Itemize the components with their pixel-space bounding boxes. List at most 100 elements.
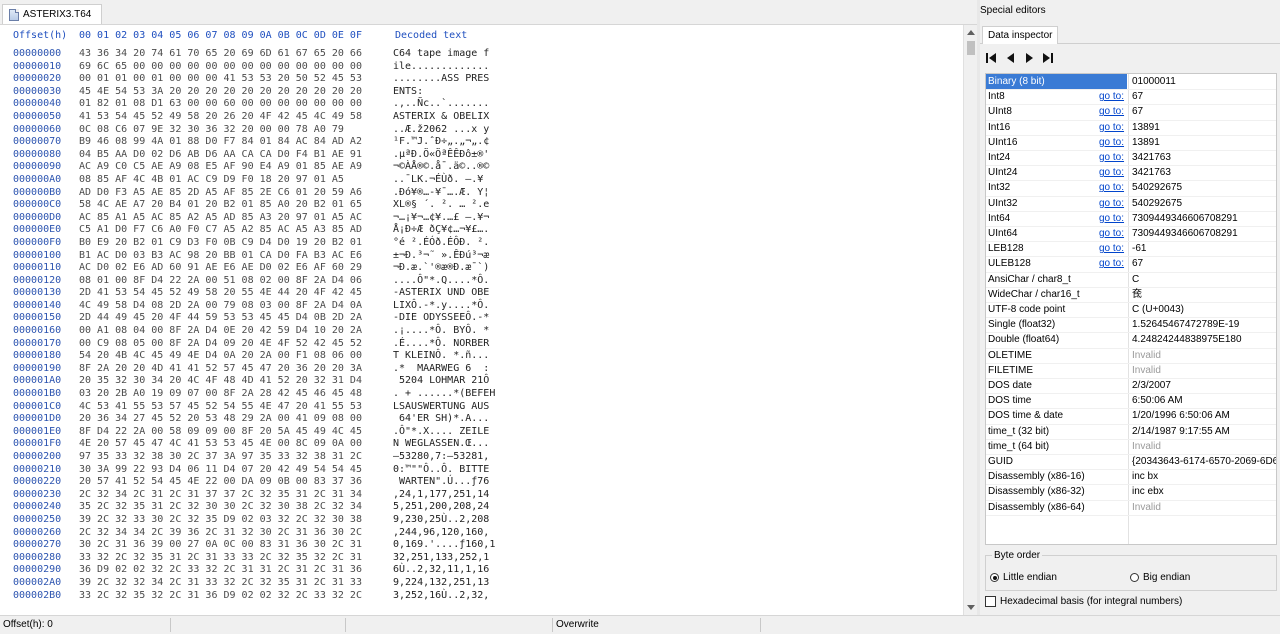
inspector-row[interactable]: time_t (64 bit) Invalid bbox=[986, 439, 1276, 455]
row-decoded-text[interactable]: ¬…¡¥¬…¢¥.…£ —.¥¬ bbox=[393, 212, 489, 225]
hex-row[interactable]: 00000000 43 36 34 20 74 61 70 65 20 69 6D… bbox=[13, 48, 495, 61]
row-bytes[interactable]: AD D0 F3 A5 AE 85 2D A5 AF 85 2E C6 01 2… bbox=[79, 187, 393, 200]
inspector-value[interactable]: 67 bbox=[1132, 89, 1143, 104]
row-bytes[interactable]: 04 B5 AA D0 02 D6 AB D6 AA CA CA D0 F4 B… bbox=[79, 149, 393, 162]
row-bytes[interactable]: 0C 08 C6 07 9E 32 30 36 32 20 00 00 78 A… bbox=[79, 124, 393, 137]
goto-link[interactable]: go to: bbox=[1099, 165, 1124, 180]
hex-row[interactable]: 00000150 2D 44 49 45 20 4F 44 59 53 53 45… bbox=[13, 312, 495, 325]
hex-row[interactable]: 00000220 20 57 41 52 54 45 4E 22 00 DA 09… bbox=[13, 476, 495, 489]
inspector-value[interactable]: 3421763 bbox=[1132, 165, 1171, 180]
row-decoded-text[interactable]: 9,230,25Ù..2,208 bbox=[393, 514, 489, 527]
inspector-row[interactable]: OLETIME Invalid bbox=[986, 348, 1276, 364]
inspector-value[interactable]: C (U+0043) bbox=[1132, 302, 1184, 317]
row-decoded-text[interactable]: ....Ô"*.Q....*Ô. bbox=[393, 275, 489, 288]
inspector-value[interactable]: 2/14/1987 9:17:55 AM bbox=[1132, 424, 1230, 439]
inspector-value[interactable]: 1/20/1996 6:50:06 AM bbox=[1132, 408, 1230, 423]
inspector-value[interactable]: {20343643-6174-6570-2069-6D616 bbox=[1132, 454, 1276, 469]
hex-row[interactable]: 00000070 B9 46 08 99 4A 01 88 D0 F7 84 01… bbox=[13, 136, 495, 149]
hex-row[interactable]: 000001B0 03 20 2B A0 19 09 07 00 8F 2A 28… bbox=[13, 388, 495, 401]
goto-link[interactable]: go to: bbox=[1099, 150, 1124, 165]
row-bytes[interactable]: B9 46 08 99 4A 01 88 D0 F7 84 01 84 AC 8… bbox=[79, 136, 393, 149]
goto-link[interactable]: go to: bbox=[1099, 89, 1124, 104]
row-bytes[interactable]: 2C 32 34 34 2C 39 36 2C 31 32 30 2C 31 3… bbox=[79, 527, 393, 540]
hex-row[interactable]: 00000050 41 53 54 45 52 49 58 20 26 20 4F… bbox=[13, 111, 495, 124]
hex-row[interactable]: 00000230 2C 32 34 2C 31 2C 31 37 37 2C 32… bbox=[13, 489, 495, 502]
row-bytes[interactable]: AC A9 C0 C5 AE A9 08 E5 AF 90 E4 A9 01 8… bbox=[79, 161, 393, 174]
big-endian-radio-dot[interactable] bbox=[1130, 573, 1139, 582]
row-bytes[interactable]: 00 01 01 00 01 00 00 00 41 53 53 20 50 5… bbox=[79, 73, 393, 86]
inspector-row[interactable]: Single (float32) 1.52645467472789E-19 bbox=[986, 317, 1276, 334]
row-decoded-text[interactable]: . + ......*(BEFEH bbox=[393, 388, 495, 401]
row-decoded-text[interactable]: .Ðó¥®…-¥¯….Æ. Y¦ bbox=[393, 187, 489, 200]
inspector-row[interactable]: Disassembly (x86-16) inc bx bbox=[986, 469, 1276, 486]
hex-row[interactable]: 000001F0 4E 20 57 45 47 4C 41 53 53 45 4E… bbox=[13, 438, 495, 451]
row-decoded-text[interactable]: .µªÐ.Ö«ÖªÊÊÐô±®' bbox=[393, 149, 489, 162]
row-decoded-text[interactable]: XL®§ ´. ². … ².e bbox=[393, 199, 489, 212]
row-decoded-text[interactable]: -ASTERIX UND OBE bbox=[393, 287, 489, 300]
row-bytes[interactable]: 69 6C 65 00 00 00 00 00 00 00 00 00 00 0… bbox=[79, 61, 393, 74]
tab-data-inspector[interactable]: Data inspector bbox=[982, 26, 1059, 44]
row-decoded-text[interactable]: WARTEN".Ú...ƒ76 bbox=[393, 476, 489, 489]
inspector-row[interactable]: UTF-8 code point C (U+0043) bbox=[986, 302, 1276, 319]
inspector-value[interactable]: inc bx bbox=[1132, 469, 1158, 484]
row-bytes[interactable]: 8F D4 22 2A 00 58 09 09 00 8F 20 5A 45 4… bbox=[79, 426, 393, 439]
row-decoded-text[interactable]: ¹F.™J.ˆÐ÷„.„¬„.¢ bbox=[393, 136, 489, 149]
inspector-row[interactable]: DOS time & date 1/20/1996 6:50:06 AM bbox=[986, 408, 1276, 425]
row-decoded-text[interactable]: ASTERIX & OBELIX bbox=[393, 111, 489, 124]
hex-row[interactable]: 000001A0 20 35 32 30 34 20 4C 4F 48 4D 41… bbox=[13, 375, 495, 388]
hex-rows[interactable]: 00000000 43 36 34 20 74 61 70 65 20 69 6D… bbox=[13, 48, 495, 602]
hex-row[interactable]: 00000120 08 01 00 8F D4 22 2A 00 51 08 02… bbox=[13, 275, 495, 288]
hex-row[interactable]: 00000280 33 32 2C 32 35 31 2C 31 33 33 2C… bbox=[13, 552, 495, 565]
row-decoded-text[interactable]: 64'ER SH)*.A... bbox=[393, 413, 489, 426]
hex-row[interactable]: 00000040 01 82 01 08 D1 63 00 00 60 00 00… bbox=[13, 98, 495, 111]
inspector-row[interactable]: UInt64 go to: 7309449346606708291 bbox=[986, 226, 1276, 243]
inspector-row[interactable]: UInt16 go to: 13891 bbox=[986, 135, 1276, 151]
row-decoded-text[interactable]: .* MAARWEG 6 : bbox=[393, 363, 489, 376]
inspector-value[interactable]: 7309449346606708291 bbox=[1132, 211, 1238, 226]
row-bytes[interactable]: 01 82 01 08 D1 63 00 00 60 00 00 00 00 0… bbox=[79, 98, 393, 111]
hex-row[interactable]: 00000130 2D 41 53 54 45 52 49 58 20 55 4E… bbox=[13, 287, 495, 300]
inspector-row[interactable]: Int8 go to: 67 bbox=[986, 89, 1276, 106]
row-decoded-text[interactable]: 6Ù..2,32,11,1,16 bbox=[393, 564, 489, 577]
row-bytes[interactable]: 08 01 00 8F D4 22 2A 00 51 08 02 00 8F 2… bbox=[79, 275, 393, 288]
row-decoded-text[interactable]: .É....*Ô. NORBER bbox=[393, 338, 489, 351]
row-bytes[interactable]: 30 2C 31 36 39 00 27 0A 0C 00 83 31 36 3… bbox=[79, 539, 393, 552]
inspector-row[interactable]: ULEB128 go to: 67 bbox=[986, 256, 1276, 273]
inspector-value[interactable]: 13891 bbox=[1132, 135, 1160, 150]
hex-row[interactable]: 000001D0 20 36 34 27 45 52 20 53 48 29 2A… bbox=[13, 413, 495, 426]
hex-row[interactable]: 000000F0 B0 E9 20 B2 01 C9 D3 F0 0B C9 D4… bbox=[13, 237, 495, 250]
inspector-value[interactable]: 13891 bbox=[1132, 120, 1160, 135]
inspector-value[interactable]: Invalid bbox=[1132, 348, 1161, 363]
row-bytes[interactable]: 08 85 AF 4C 4B 01 AC C9 D9 F0 18 20 97 0… bbox=[79, 174, 393, 187]
row-decoded-text[interactable]: 32,251,133,252,1 bbox=[393, 552, 489, 565]
row-decoded-text[interactable]: ,244,96,120,160, bbox=[393, 527, 489, 540]
hex-row[interactable]: 000000A0 08 85 AF 4C 4B 01 AC C9 D9 F0 18… bbox=[13, 174, 495, 187]
hex-row[interactable]: 000002A0 39 2C 32 32 34 2C 31 33 32 2C 32… bbox=[13, 577, 495, 590]
row-bytes[interactable]: 39 2C 32 32 34 2C 31 33 32 2C 32 35 31 2… bbox=[79, 577, 393, 590]
hex-row[interactable]: 000001E0 8F D4 22 2A 00 58 09 09 00 8F 20… bbox=[13, 426, 495, 439]
hex-row[interactable]: 00000270 30 2C 31 36 39 00 27 0A 0C 00 83… bbox=[13, 539, 495, 552]
inspector-row[interactable]: Disassembly (x86-64) Invalid bbox=[986, 500, 1276, 516]
row-decoded-text[interactable]: 0,169.'....ƒ160,1 bbox=[393, 539, 495, 552]
row-decoded-text[interactable]: .Ô"*.X.... ZEILE bbox=[393, 426, 489, 439]
row-bytes[interactable]: 43 36 34 20 74 61 70 65 20 69 6D 61 67 6… bbox=[79, 48, 393, 61]
inspector-value[interactable]: inc ebx bbox=[1132, 484, 1164, 499]
goto-link[interactable]: go to: bbox=[1099, 120, 1124, 135]
inspector-value[interactable]: 67 bbox=[1132, 104, 1143, 119]
inspector-value[interactable]: 4.24824244838975E180 bbox=[1132, 332, 1242, 347]
inspector-row[interactable]: Int24 go to: 3421763 bbox=[986, 150, 1276, 167]
hex-row[interactable]: 000000B0 AD D0 F3 A5 AE 85 2D A5 AF 85 2E… bbox=[13, 187, 495, 200]
hex-row[interactable]: 00000090 AC A9 C0 C5 AE A9 08 E5 AF 90 E4… bbox=[13, 161, 495, 174]
row-bytes[interactable]: 2D 44 49 45 20 4F 44 59 53 53 45 45 D4 0… bbox=[79, 312, 393, 325]
row-decoded-text[interactable]: .¡....*Ô. BYÔ. * bbox=[393, 325, 489, 338]
inspector-row[interactable]: Double (float64) 4.24824244838975E180 bbox=[986, 332, 1276, 349]
inspector-row[interactable]: Int64 go to: 7309449346606708291 bbox=[986, 211, 1276, 227]
next-byte-icon[interactable] bbox=[1022, 51, 1036, 65]
row-decoded-text[interactable]: 9,224,132,251,13 bbox=[393, 577, 489, 590]
hex-row[interactable]: 00000290 36 D9 02 02 32 2C 33 32 2C 31 31… bbox=[13, 564, 495, 577]
inspector-row[interactable]: LEB128 go to: -61 bbox=[986, 241, 1276, 258]
row-bytes[interactable]: 20 35 32 30 34 20 4C 4F 48 4D 41 52 20 3… bbox=[79, 375, 393, 388]
hex-row[interactable]: 00000200 97 35 33 32 38 30 2C 37 3A 97 35… bbox=[13, 451, 495, 464]
inspector-row[interactable]: FILETIME Invalid bbox=[986, 363, 1276, 379]
row-bytes[interactable]: 4C 53 41 55 53 57 45 52 54 55 4E 47 20 4… bbox=[79, 401, 393, 414]
